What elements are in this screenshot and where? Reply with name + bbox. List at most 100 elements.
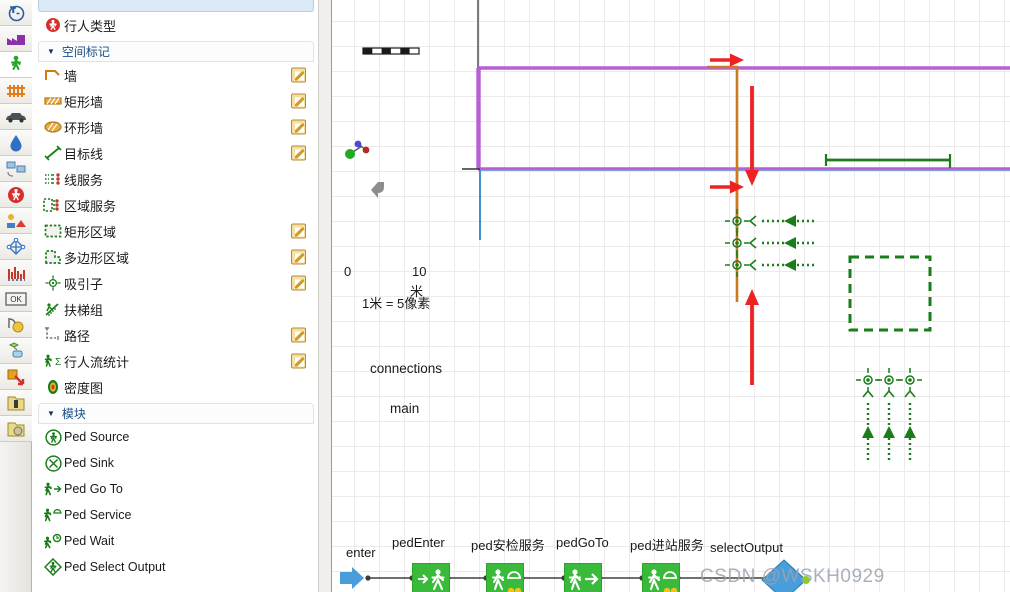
palette-item-rectangular-area[interactable]: 矩形区域 (32, 218, 318, 244)
flowchart-entry-label: enter (346, 545, 376, 560)
agent-network-icon-button[interactable] (0, 234, 32, 260)
ped-flow-stats-icon: Σ (42, 353, 64, 369)
palette-scrollbar[interactable] (318, 0, 331, 592)
ped-go-to-block[interactable] (564, 563, 602, 592)
palette-item-label: 区域服务 (64, 198, 117, 214)
ped-enter-block-label: pedEnter (392, 535, 445, 550)
presentation-clock-icon-button[interactable] (0, 0, 32, 26)
palette-group-label: 空间标记 (61, 45, 110, 59)
ped-service-block-icon-2 (647, 569, 678, 592)
presentation-clock-icon (6, 3, 26, 23)
ped-go-to-block-label: pedGoTo (556, 535, 609, 550)
cube-objects-icon (6, 341, 26, 360)
polygon-area-icon (42, 249, 64, 265)
palette-item-ped-source[interactable]: Ped Source (32, 424, 318, 450)
palette-item-ped-sink[interactable]: Ped Sink (32, 450, 318, 476)
pedestrian-red-icon-button[interactable] (0, 182, 32, 208)
palette-item-line-service[interactable]: 线服务 (32, 166, 318, 192)
palette-item-area-service[interactable]: 区域服务 (32, 192, 318, 218)
pedestrian-library-icon (8, 55, 24, 75)
presentation-shapes-icon-button[interactable] (0, 312, 32, 338)
rectangular-area-purple (476, 66, 1010, 171)
chevron-down-icon[interactable]: ▼ (47, 409, 55, 418)
palette-item-label: Ped Service (64, 508, 132, 522)
pictures-folder-icon (6, 394, 26, 412)
palette-item-draw-button[interactable] (291, 93, 306, 109)
palette-item-label: 密度图 (64, 380, 104, 396)
palette-item-circular-wall[interactable]: 环形墙 (32, 114, 318, 140)
palette-item-density-map[interactable]: 密度图 (32, 374, 318, 400)
vertical-target-line-3 (898, 368, 922, 460)
pictures-folder-icon-button[interactable] (0, 390, 32, 416)
palette-item-draw-button[interactable] (291, 119, 306, 135)
rect-area-icon (42, 224, 64, 238)
palette-item-ped-type[interactable]: 行人类型 (32, 12, 318, 38)
palette-item-label: Ped Select Output (64, 560, 166, 574)
palette-group-space-markup-group[interactable]: ▼ 空间标记 (38, 41, 314, 62)
palette-group-blocks-group[interactable]: ▼ 模块 (38, 403, 314, 424)
factory-chart-icon-button[interactable] (0, 26, 32, 52)
ped-security-service-block-label: ped安检服务 (471, 538, 545, 553)
palette-item-escalator-group[interactable]: 扶梯组 (32, 296, 318, 322)
watermark-text: CSDN @WSKH0929 (700, 566, 885, 587)
road-traffic-icon-button[interactable] (0, 104, 32, 130)
model-canvas[interactable]: 0 10 米 1米 = 5像素 connections main enter p… (332, 0, 1010, 592)
palette-item-list[interactable]: 行人类型 ▼ 空间标记墙矩形墙环形墙 目标线 线服务区域服务矩形区域 多边形区域 吸引子 扶梯… (32, 0, 318, 580)
controls-ok-icon-button[interactable]: OK (0, 286, 32, 312)
statistics-chart-icon-button[interactable] (0, 260, 32, 286)
3d-objects-icon-button[interactable] (0, 338, 32, 364)
palette-panel[interactable]: 行人类型 ▼ 空间标记墙矩形墙环形墙 目标线 线服务区域服务矩形区域 多边形区域 吸引子 扶梯… (32, 0, 332, 592)
palette-item-ped-go-to[interactable]: Ped Go To (32, 476, 318, 502)
palette-item-ped-flow-statistics[interactable]: Σ 行人流统计 (32, 348, 318, 374)
palette-item-draw-button[interactable] (291, 249, 306, 265)
connectivity-icon-button[interactable] (0, 364, 32, 390)
palette-item-ped-service[interactable]: Ped Service (32, 502, 318, 528)
area-service-icon (42, 198, 64, 212)
palette-item-draw-button[interactable] (291, 353, 306, 369)
annotation-arrow-top-right (710, 53, 744, 67)
material-handling-icon-button[interactable] (0, 208, 32, 234)
database-folder-icon-button[interactable] (0, 416, 32, 442)
palette-item-target-line[interactable]: 目标线 (32, 140, 318, 166)
main-return-icon (371, 182, 384, 198)
palette-item-label: Ped Wait (64, 534, 115, 548)
ruler-tick-0: 0 (344, 264, 352, 279)
rect-wall-icon (42, 96, 64, 106)
pedestrian-library-icon-button[interactable] (0, 52, 32, 78)
palette-item-ped-select-output[interactable]: Ped Select Output (32, 554, 318, 580)
path-icon (42, 327, 64, 343)
annotation-arrow-up (745, 289, 759, 385)
chevron-down-icon[interactable]: ▼ (47, 47, 55, 56)
palette-item-pathway[interactable]: 路径 (32, 322, 318, 348)
palette-item-wall[interactable]: 墙 (32, 62, 318, 88)
rectangular-area-green-dashed (848, 255, 932, 332)
palette-item-draw-button[interactable] (291, 275, 306, 291)
target-line-row-group (725, 209, 816, 277)
process-modeling-icon-button[interactable] (0, 156, 32, 182)
ped-station-service-block[interactable] (642, 563, 680, 592)
palette-item-label: Ped Go To (64, 482, 123, 496)
palette-item-draw-button[interactable] (291, 145, 306, 161)
palette-icon-bar[interactable]: OK (0, 0, 32, 592)
fluid-library-icon-button[interactable] (0, 130, 32, 156)
palette-selected-row[interactable] (38, 0, 314, 12)
palette-item-draw-button[interactable] (291, 327, 306, 343)
palette-item-ped-wait[interactable]: Ped Wait (32, 528, 318, 554)
rail-library-icon-button[interactable] (0, 78, 32, 104)
palette-item-rectangular-wall[interactable]: 矩形墙 (32, 88, 318, 114)
agent-network-icon (6, 237, 26, 256)
palette-item-draw-button[interactable] (291, 223, 306, 239)
ruler-tick-10: 10 (412, 264, 427, 279)
palette-item-label: 矩形墙 (64, 94, 104, 110)
palette-item-draw-button[interactable] (291, 67, 306, 83)
ped-security-service-block[interactable] (486, 563, 524, 592)
ped-wait-icon (42, 533, 64, 549)
ped-enter-block[interactable] (412, 563, 450, 592)
main-node-label[interactable]: main (390, 401, 419, 416)
palette-item-attractor[interactable]: 吸引子 (32, 270, 318, 296)
process-modeling-icon (5, 160, 27, 178)
ped-station-service-block-label: ped进站服务 (630, 538, 704, 553)
palette-item-polygonal-area[interactable]: 多边形区域 (32, 244, 318, 270)
palette-item-label: 路径 (64, 328, 91, 344)
connections-node-label[interactable]: connections (370, 361, 442, 376)
